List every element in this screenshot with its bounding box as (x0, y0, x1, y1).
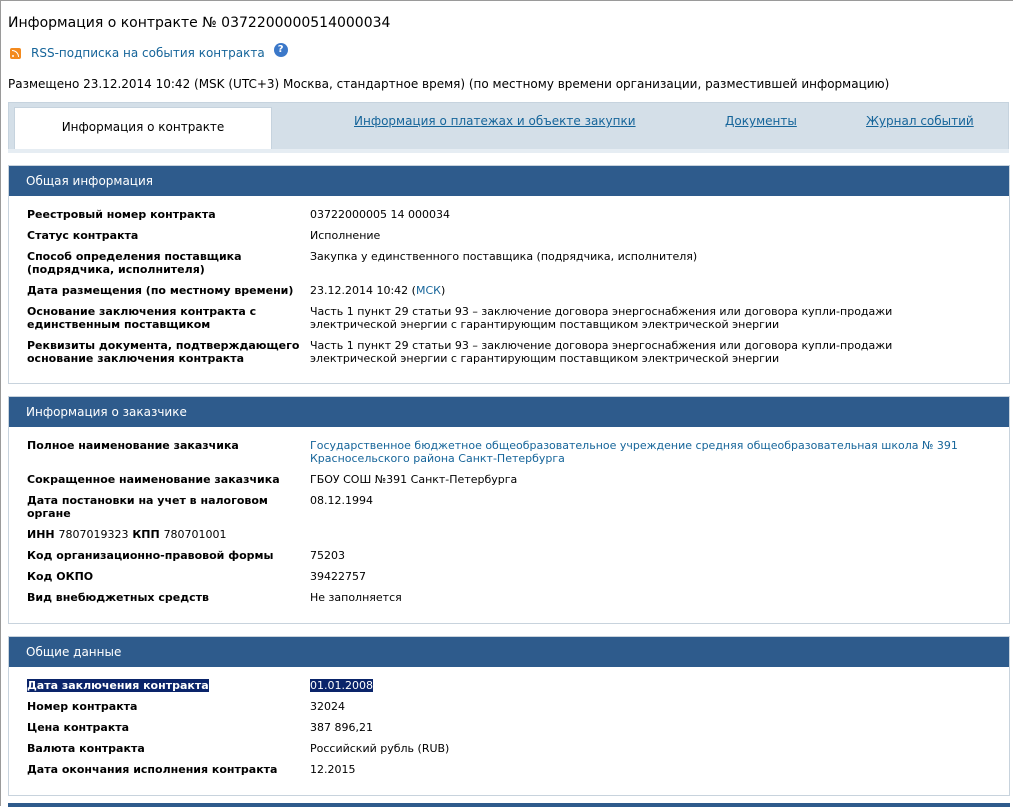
field-label: Основание заключения контракта с единств… (27, 305, 257, 331)
section-heading: Информация о заказчике (9, 397, 1009, 427)
field-label: Номер контракта (27, 700, 138, 713)
field-value: Не заполняется (310, 591, 402, 604)
field-value: 32024 (310, 700, 345, 713)
field-value: 12.2015 (310, 763, 356, 776)
help-icon[interactable]: ? (273, 43, 288, 57)
date-value: 23.12.2014 10:42 ( (310, 284, 416, 297)
info-row: Статус контракта Исполнение (9, 229, 1009, 242)
kpp-label: КПП (132, 528, 160, 541)
field-value: ГБОУ СОШ №391 Санкт-Петербурга (310, 473, 518, 486)
posted-info: Размещено 23.12.2014 10:42 (MSK (UTC+3) … (8, 77, 890, 91)
field-label: Способ определения поставщика (подрядчик… (27, 250, 242, 276)
selected-text: 01.01.2008 (310, 679, 373, 692)
rss-row: RSS-подписка на события контракта ? (10, 43, 288, 60)
field-label: Дата размещения (по местному времени) (27, 284, 294, 297)
info-row: Полное наименование заказчика Государств… (9, 439, 1009, 465)
field-label: Реестровый номер контракта (27, 208, 216, 221)
field-value: 39422757 (310, 570, 366, 583)
next-section-edge (8, 803, 1010, 807)
info-row: Цена контракта 387 896,21 (9, 721, 1009, 734)
info-row: Реквизиты документа, подтверждающего осн… (9, 339, 1009, 365)
inn-value: 7807019323 (58, 528, 129, 541)
tab-bar-divider (8, 149, 1009, 153)
info-row: Номер контракта 32024 (9, 700, 1009, 713)
info-row: Дата заключения контракта 01.01.2008 (9, 679, 1009, 692)
page-title: Информация о контракте № 037220000051400… (8, 15, 391, 31)
field-label: Дата заключения контракта (9, 679, 310, 692)
field-value: 08.12.1994 (310, 494, 373, 507)
rss-subscription-link[interactable]: RSS-подписка на события контракта (31, 46, 265, 60)
info-row: Дата размещения (по местному времени) 23… (9, 284, 1009, 297)
field-value: 23.12.2014 10:42 (МСК) (310, 284, 980, 297)
field-value: Часть 1 пункт 29 статьи 93 – заключение … (310, 339, 893, 365)
info-row: Вид внебюджетных средств Не заполняется (9, 591, 1009, 604)
field-value: 387 896,21 (310, 721, 373, 734)
section-customer-info: Информация о заказчике Полное наименован… (8, 396, 1010, 624)
info-row: Дата окончания исполнения контракта 12.2… (9, 763, 1009, 776)
info-row: Дата постановки на учет в налоговом орга… (9, 494, 1009, 520)
field-value: Исполнение (310, 229, 381, 242)
field-value: Российский рубль (RUB) (310, 742, 450, 755)
info-row: Сокращенное наименование заказчика ГБОУ … (9, 473, 1009, 486)
field-label: Реквизиты документа, подтверждающего осн… (27, 339, 300, 365)
info-row: Код организационно-правовой формы 75203 (9, 549, 1009, 562)
section-heading: Общая информация (9, 166, 1009, 196)
field-value: Часть 1 пункт 29 статьи 93 – заключение … (310, 305, 893, 331)
inn-kpp-row: ИНН 7807019323 КПП 780701001 (9, 528, 1009, 541)
section-heading: Общие данные (9, 637, 1009, 667)
tab-bar: Информация о контракте Информация о плат… (8, 102, 1009, 151)
selected-text: Дата заключения контракта (27, 679, 209, 692)
field-label: Вид внебюджетных средств (27, 591, 209, 604)
field-label: Код ОКПО (27, 570, 94, 583)
info-row: Реестровый номер контракта 03722000005 1… (9, 208, 1009, 221)
section-general-info: Общая информация Реестровый номер контра… (8, 165, 1010, 384)
section-common-data: Общие данные Дата заключения контракта 0… (8, 636, 1010, 796)
tab-contract-info[interactable]: Информация о контракте (14, 107, 272, 151)
field-label: Сокращенное наименование заказчика (27, 473, 280, 486)
inn-kpp-field: ИНН 7807019323 КПП 780701001 (9, 528, 310, 541)
field-label: Статус контракта (27, 229, 139, 242)
info-row: Способ определения поставщика (подрядчик… (9, 250, 1009, 276)
field-value: 75203 (310, 549, 345, 562)
field-label: Дата постановки на учет в налоговом орга… (27, 494, 268, 520)
info-row: Основание заключения контракта с единств… (9, 305, 1009, 331)
customer-full-name-link[interactable]: Государственное бюджетное общеобразовате… (310, 439, 980, 465)
field-label: Полное наименование заказчика (27, 439, 239, 452)
tab-documents[interactable]: Документы (725, 114, 797, 128)
field-label: Код организационно-правовой формы (27, 549, 274, 562)
field-value: 01.01.2008 (310, 679, 980, 692)
info-row: Валюта контракта Российский рубль (RUB) (9, 742, 1009, 755)
date-suffix: ) (440, 284, 446, 297)
field-value: 03722000005 14 000034 (310, 208, 450, 221)
timezone-link[interactable]: МСК (416, 284, 441, 297)
inn-label: ИНН (27, 528, 55, 541)
info-row: Код ОКПО 39422757 (9, 570, 1009, 583)
field-label: Валюта контракта (27, 742, 145, 755)
field-label: Цена контракта (27, 721, 130, 734)
tab-event-log[interactable]: Журнал событий (866, 114, 974, 128)
field-label: Дата окончания исполнения контракта (27, 763, 278, 776)
tab-payments-info[interactable]: Информация о платежах и объекте закупки (354, 114, 636, 128)
rss-icon[interactable] (10, 47, 21, 59)
kpp-value: 780701001 (163, 528, 227, 541)
field-value: Закупка у единственного поставщика (подр… (310, 250, 698, 263)
